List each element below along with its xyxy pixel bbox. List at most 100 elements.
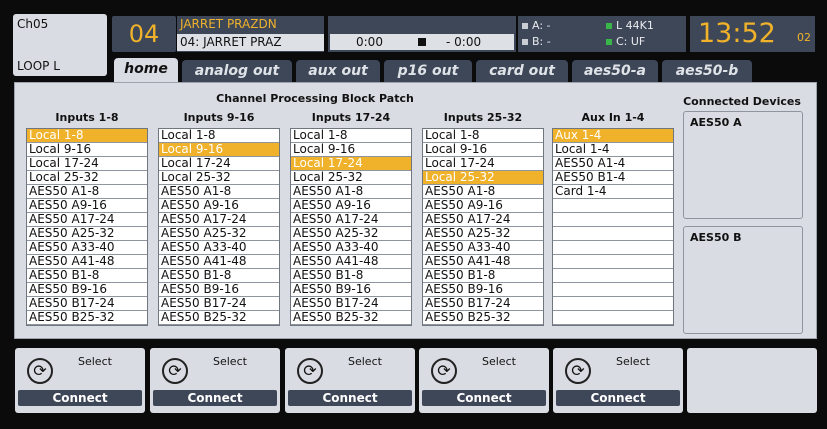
patch-option[interactable]: Local 17-24: [423, 157, 543, 171]
patch-option[interactable]: AES50 B9-16: [291, 283, 411, 297]
patch-option[interactable]: AES50 A1-8: [423, 185, 543, 199]
rotate-icon: ⟳: [431, 358, 457, 384]
patch-option[interactable]: Local 1-4: [553, 143, 673, 157]
channel-box: Ch05 LOOP L: [13, 14, 107, 76]
connected-devices-title: Connected Devices: [683, 95, 801, 108]
patch-option[interactable]: Local 9-16: [159, 143, 279, 157]
encoder-5[interactable]: ⟳ Select Connect: [553, 348, 683, 413]
tab-analog-out[interactable]: analog out: [182, 60, 292, 82]
patch-option[interactable]: AES50 B9-16: [423, 283, 543, 297]
connect-button[interactable]: Connect: [422, 390, 546, 406]
stop-icon: [418, 38, 426, 46]
elapsed-time: 0:00: [356, 35, 383, 49]
patch-option[interactable]: Aux 1-4: [553, 129, 673, 143]
patch-option[interactable]: AES50 B17-24: [159, 297, 279, 311]
rotate-icon: ⟳: [162, 358, 188, 384]
patch-option[interactable]: AES50 B25-32: [423, 311, 543, 325]
patch-option[interactable]: AES50 B25-32: [291, 311, 411, 325]
tab-home[interactable]: home: [114, 58, 178, 82]
patch-option[interactable]: Local 25-32: [291, 171, 411, 185]
patch-option[interactable]: AES50 B1-8: [159, 269, 279, 283]
select-label: Select: [616, 355, 650, 368]
scene-name-box: JARRET PRAZDN 04: JARRET PRAZ: [177, 16, 324, 52]
status-l-icon: [606, 23, 612, 29]
patch-option[interactable]: AES50 B17-24: [27, 297, 147, 311]
patch-option[interactable]: AES50 B1-8: [291, 269, 411, 283]
patch-option[interactable]: AES50 B1-4: [553, 171, 673, 185]
patch-option[interactable]: AES50 A41-48: [291, 255, 411, 269]
patch-option[interactable]: AES50 A9-16: [423, 199, 543, 213]
patch-option[interactable]: AES50 B9-16: [27, 283, 147, 297]
patch-list-aux-in[interactable]: Aux 1-4 Local 1-4 AES50 A1-4 AES50 B1-4 Card…: [552, 128, 674, 326]
patch-option[interactable]: AES50 A1-4: [553, 157, 673, 171]
device-box-aes50-b: AES50 B: [683, 226, 803, 334]
patch-option[interactable]: AES50 A9-16: [27, 199, 147, 213]
tab-aes50-a[interactable]: aes50-a: [572, 60, 658, 82]
patch-option[interactable]: Local 25-32: [27, 171, 147, 185]
patch-option[interactable]: AES50 A41-48: [423, 255, 543, 269]
connect-button[interactable]: Connect: [18, 390, 142, 406]
patch-option[interactable]: Local 1-8: [291, 129, 411, 143]
patch-option[interactable]: AES50 B17-24: [291, 297, 411, 311]
empty-slot: [553, 241, 673, 255]
encoder-4[interactable]: ⟳ Select Connect: [419, 348, 549, 413]
patch-option[interactable]: Local 17-24: [159, 157, 279, 171]
select-label: Select: [482, 355, 516, 368]
patch-option[interactable]: AES50 A25-32: [423, 227, 543, 241]
patch-option[interactable]: Local 9-16: [423, 143, 543, 157]
encoder-6[interactable]: [687, 348, 817, 413]
connect-button[interactable]: Connect: [153, 390, 277, 406]
patch-option[interactable]: AES50 B17-24: [423, 297, 543, 311]
patch-option[interactable]: Local 1-8: [423, 129, 543, 143]
patch-option[interactable]: AES50 A25-32: [27, 227, 147, 241]
patch-option[interactable]: Local 1-8: [159, 129, 279, 143]
patch-option[interactable]: AES50 B1-8: [27, 269, 147, 283]
patch-option[interactable]: AES50 B25-32: [27, 311, 147, 325]
patch-option[interactable]: AES50 A1-8: [159, 185, 279, 199]
encoder-1[interactable]: ⟳ Select Connect: [15, 348, 145, 413]
patch-option[interactable]: Local 25-32: [423, 171, 543, 185]
patch-option[interactable]: AES50 A17-24: [159, 213, 279, 227]
patch-option[interactable]: Local 17-24: [291, 157, 411, 171]
patch-option[interactable]: AES50 A41-48: [159, 255, 279, 269]
tab-p16-out[interactable]: p16 out: [384, 60, 472, 82]
clock-seconds: 02: [797, 31, 811, 44]
patch-option[interactable]: AES50 A17-24: [291, 213, 411, 227]
tab-card-out[interactable]: card out: [476, 60, 568, 82]
patch-option[interactable]: AES50 A17-24: [423, 213, 543, 227]
patch-option[interactable]: AES50 A33-40: [27, 241, 147, 255]
tab-aes50-b[interactable]: aes50-b: [662, 60, 752, 82]
column-header-inputs-25-32: Inputs 25-32: [443, 111, 523, 124]
tab-aux-out[interactable]: aux out: [296, 60, 380, 82]
patch-option[interactable]: AES50 A9-16: [291, 199, 411, 213]
patch-option[interactable]: AES50 A33-40: [423, 241, 543, 255]
patch-option[interactable]: AES50 A25-32: [291, 227, 411, 241]
patch-option[interactable]: AES50 A33-40: [291, 241, 411, 255]
patch-option[interactable]: AES50 A9-16: [159, 199, 279, 213]
patch-option[interactable]: AES50 A1-8: [27, 185, 147, 199]
patch-list-inputs-17-24[interactable]: Local 1-8 Local 9-16 Local 17-24 Local 25-3…: [290, 128, 412, 326]
patch-option[interactable]: AES50 B9-16: [159, 283, 279, 297]
remaining-time: - 0:00: [446, 35, 482, 49]
patch-option[interactable]: Local 9-16: [291, 143, 411, 157]
connect-button[interactable]: Connect: [288, 390, 412, 406]
channel-number: 04: [112, 16, 176, 52]
patch-option[interactable]: AES50 B25-32: [159, 311, 279, 325]
patch-option[interactable]: Card 1-4: [553, 185, 673, 199]
connect-button[interactable]: Connect: [556, 390, 680, 406]
patch-option[interactable]: Local 9-16: [27, 143, 147, 157]
encoder-2[interactable]: ⟳ Select Connect: [150, 348, 280, 413]
encoder-3[interactable]: ⟳ Select Connect: [285, 348, 415, 413]
patch-option[interactable]: AES50 A33-40: [159, 241, 279, 255]
patch-list-inputs-25-32[interactable]: Local 1-8 Local 9-16 Local 17-24 Local 25-3…: [422, 128, 544, 326]
patch-option[interactable]: Local 1-8: [27, 129, 147, 143]
patch-option[interactable]: Local 25-32: [159, 171, 279, 185]
patch-option[interactable]: AES50 A1-8: [291, 185, 411, 199]
patch-option[interactable]: AES50 A17-24: [27, 213, 147, 227]
patch-list-inputs-9-16[interactable]: Local 1-8 Local 9-16 Local 17-24 Local 25-3…: [158, 128, 280, 326]
patch-list-inputs-1-8[interactable]: Local 1-8 Local 9-16 Local 17-24 Local 25-3…: [26, 128, 148, 326]
patch-option[interactable]: AES50 B1-8: [423, 269, 543, 283]
patch-option[interactable]: AES50 A41-48: [27, 255, 147, 269]
patch-option[interactable]: Local 17-24: [27, 157, 147, 171]
patch-option[interactable]: AES50 A25-32: [159, 227, 279, 241]
